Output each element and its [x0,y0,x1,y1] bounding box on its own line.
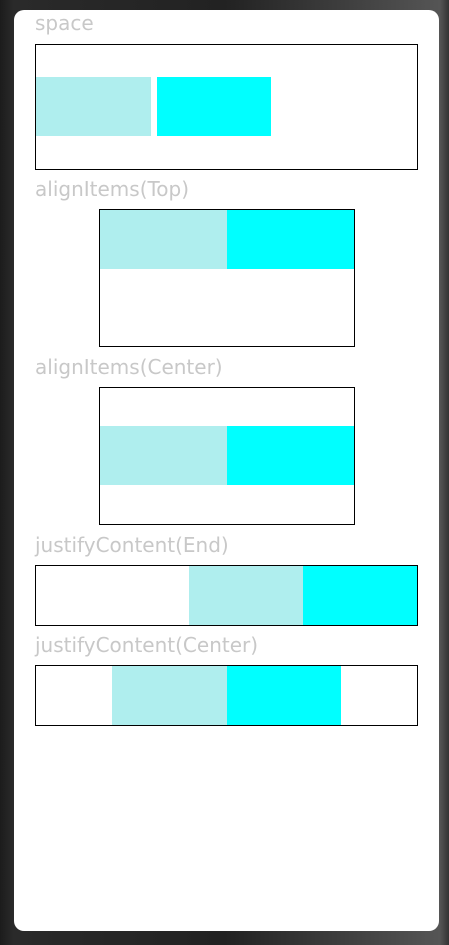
flex-container-align-top [99,209,355,347]
flex-item-2 [227,666,341,725]
flex-container-justify-end [35,565,418,626]
flex-item-1 [112,666,227,725]
flex-container-align-center [99,387,355,525]
flex-item-2 [227,426,354,485]
flex-item-2 [227,210,354,269]
app-screen: space alignItems(Top) alignItems(Center)… [14,10,439,931]
section-label-align-center: alignItems(Center) [35,355,223,379]
section-label-justify-center: justifyContent(Center) [35,633,259,657]
flex-container-justify-center [35,665,418,726]
flex-item-2 [157,77,271,136]
flex-container-space [35,44,418,170]
flex-item-1 [36,77,151,136]
flex-item-1 [189,566,303,625]
flex-item-2 [303,566,417,625]
section-label-space: space [35,11,94,35]
flex-item-1 [100,210,227,269]
section-label-align-top: alignItems(Top) [35,177,190,201]
section-label-justify-end: justifyContent(End) [35,533,229,557]
flex-item-1 [100,426,227,485]
